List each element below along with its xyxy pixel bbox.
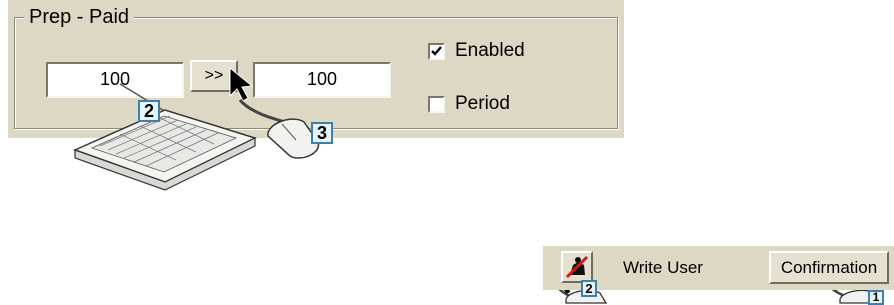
keyboard-icon — [72, 109, 258, 191]
step-label-write-user: 2 — [581, 280, 597, 297]
write-user-label: Write User — [623, 258, 703, 277]
step-label-keyboard: 2 — [138, 100, 160, 122]
write-user-icon — [565, 255, 589, 279]
confirmation-button[interactable]: Confirmation — [769, 251, 889, 284]
cursor-arrow-icon — [229, 66, 254, 102]
step-label-confirmation: 1 — [868, 290, 884, 305]
step-label-mouse: 3 — [311, 122, 333, 144]
write-user-button[interactable] — [561, 251, 593, 283]
